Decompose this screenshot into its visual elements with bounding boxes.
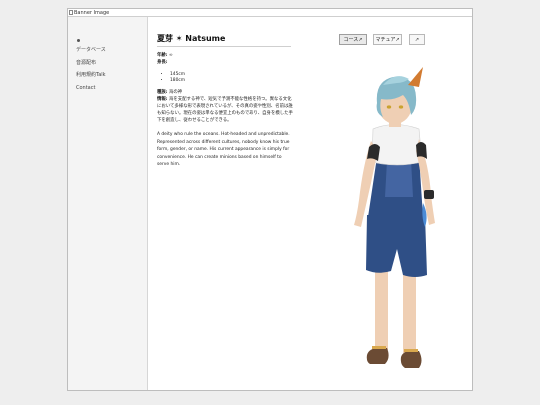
height-label: 身長: [157, 60, 168, 65]
age-label: 年齢: [157, 53, 168, 58]
sidebar-item-database[interactable]: データベース [76, 47, 106, 53]
age-row: 年齢: ∞ [157, 53, 173, 59]
species-value: 海の神 [168, 90, 183, 95]
height-item: 145cm [170, 72, 185, 78]
age-value: ∞ [168, 53, 173, 58]
costume-button-2[interactable]: マチュア↗ [373, 34, 402, 45]
height-row: 身長: [157, 60, 168, 66]
height-item: 180cm [170, 78, 185, 84]
description-english: A deity who rule the oceans. Hot-headed … [157, 132, 290, 167]
sidebar-item-contact[interactable]: Contact [76, 85, 106, 91]
banner-alt-text: Banner Image [74, 9, 110, 16]
costume-button-3[interactable]: ↗ [409, 34, 425, 45]
home-bullet-icon[interactable] [77, 39, 80, 42]
costume-button-1[interactable]: コース↗ [339, 34, 367, 45]
sidebar-item-terms[interactable]: 利用規約Talk [76, 72, 106, 78]
height-list: 145cm 180cm [165, 72, 185, 83]
banner-image: Banner Image [68, 9, 472, 17]
sidebar: データベース 音源配布 利用規約Talk Contact [68, 17, 148, 390]
sidebar-item-sound-distribution[interactable]: 音源配布 [76, 60, 106, 66]
page-title: 夏芽 ✶ Natsume [157, 34, 291, 47]
species-label: 種族: [157, 90, 168, 95]
info-row: 情報: 海を支配する神で、短気で予測不能な性格を持つ。異なる文化において多様な形… [157, 96, 295, 124]
info-label: 情報: [157, 97, 168, 102]
page-frame: Banner Image データベース 音源配布 利用規約Talk Contac… [67, 8, 473, 391]
main-content: 夏芽 ✶ Natsume コース↗ マチュア↗ ↗ 年齢: ∞ 身長: 145c… [148, 17, 472, 390]
sidebar-nav: データベース 音源配布 利用規約Talk Contact [76, 47, 106, 97]
info-value: 海を支配する神で、短気で予測不能な性格を持つ。異なる文化において多様な形で表現さ… [157, 97, 293, 123]
character-illustration [354, 67, 435, 368]
broken-image-icon [69, 10, 73, 15]
